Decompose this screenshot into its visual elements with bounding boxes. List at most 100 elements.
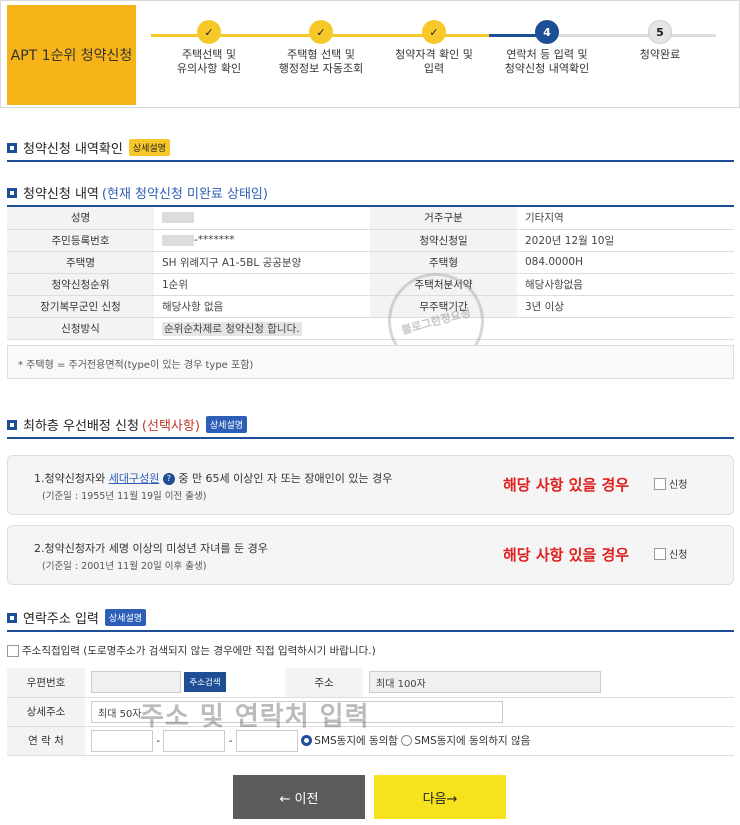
address-table: 우편번호 주소검색 주소 최대 100자 상세주소 최대 50자 연 락 처 -…	[7, 668, 734, 756]
row-label: 연 락 처	[7, 726, 85, 756]
step-number: 4	[535, 20, 559, 44]
highlight-text: 해당 사항 있을 경우	[503, 546, 630, 564]
table-row: 청약신청순위 1순위 주택처분서약 해당사항없음	[7, 273, 734, 296]
row-label: 청약신청순위	[7, 273, 154, 296]
row-label: 상세주소	[7, 697, 85, 727]
row-label: 신청방식	[7, 317, 154, 340]
step-3: ✓ 청약자격 확인 및 입력	[374, 20, 494, 76]
table-row: 주민등록번호 -******* 청약신청일 2020년 12월 10일	[7, 229, 734, 252]
divider	[7, 437, 734, 439]
household-link[interactable]: 세대구성원	[109, 472, 160, 485]
detail-badge[interactable]: 상세설명	[205, 416, 248, 433]
detail-badge[interactable]: 상세설명	[104, 609, 147, 626]
step-label: 청약자격 확인 및 입력	[395, 48, 473, 75]
table-row: 신청방식 순위순차제로 청약신청 합니다.	[7, 317, 734, 340]
section-square-icon	[7, 419, 17, 430]
method-value: 순위순차제로 청약신청 합니다.	[162, 321, 302, 336]
table-row: 연 락 처 - - SMS동지에 동의함 SMS동지에 동의하지 않음	[7, 726, 734, 756]
section-subtitle: (현재 청약신청 미완료 상태임)	[101, 187, 268, 202]
table-row: 장기복무군인 신청 해당사항 없음 무주택기간 3년 이상	[7, 295, 734, 318]
checkbox-icon[interactable]	[7, 644, 19, 657]
section-subtitle: (선택사항)	[141, 419, 200, 434]
row-label: 주소	[285, 668, 363, 698]
detail-badge[interactable]: 상세설명	[128, 139, 170, 156]
row-value: 해당사항 없음	[154, 295, 370, 318]
section-title-text: 청약신청 내역확인	[23, 142, 123, 157]
priority-option-1: 1.청약신청자와 세대구성원 ? 중 만 65세 이상인 자 또는 장애인이 있…	[7, 455, 734, 515]
row-label: 청약신청일	[370, 229, 517, 252]
row-value: 084.0000H	[517, 251, 734, 274]
table-row: 주택명 SH 위례지구 A1-5BL 공공분양 주택형 084.0000H	[7, 251, 734, 274]
row-label: 거주구분	[370, 207, 517, 230]
row-label: 장기복무군인 신청	[7, 295, 154, 318]
row-value: 해당사항없음	[517, 273, 734, 296]
sms-agree-label: SMS동지에 동의함	[314, 734, 398, 747]
row-value: 기타지역	[517, 207, 734, 230]
row-value: 3년 이상	[517, 295, 734, 318]
next-button[interactable]: 다음→	[374, 775, 506, 819]
step-1: ✓ 주택선택 및 유의사항 확인	[149, 20, 269, 76]
row-label: 주택명	[7, 251, 154, 274]
row-label: 우편번호	[7, 668, 85, 698]
step-number: 5	[648, 20, 672, 44]
checkbox-label: 신청	[669, 550, 688, 561]
sms-disagree-radio[interactable]	[401, 735, 413, 746]
row-label: 성명	[7, 207, 154, 230]
row-value: SH 위례지구 A1-5BL 공공분양	[154, 251, 370, 274]
section-square-icon	[7, 142, 17, 153]
help-icon[interactable]: ?	[162, 473, 175, 485]
step-label: 주택형 선택 및 행정정보 자동조회	[278, 48, 364, 75]
checkbox-icon[interactable]	[654, 477, 666, 490]
divider	[7, 160, 734, 162]
option-date: (기준일 : 2001년 11월 20일 이후 출생)	[42, 561, 207, 572]
step-label: 주택선택 및 유의사항 확인	[176, 48, 242, 75]
apt-title-box: APT 1순위 청약신청	[7, 5, 136, 105]
option-text-a: 1.청약신청자와	[34, 472, 109, 485]
prev-button[interactable]: ← 이전	[233, 775, 365, 819]
table-row: 성명 거주구분 기타지역	[7, 207, 734, 230]
sms-agree-radio[interactable]	[301, 735, 313, 746]
step-4: 4 연락처 등 입력 및 청약신청 내역확인	[487, 20, 607, 76]
table-row: 상세주소 최대 50자	[7, 697, 734, 727]
progress-header: APT 1순위 청약신청 ✓ 주택선택 및 유의사항 확인 ✓ 주택형 선택 및…	[0, 0, 740, 108]
direct-input-label: 주소직접입력 (도로명주소가 검색되지 않는 경우에만 직접 입력하시기 바랍니…	[22, 645, 376, 657]
section-title-priority: 최하층 우선배정 신청 (선택사항) 상세설명	[7, 415, 248, 434]
redacted-name	[162, 212, 194, 224]
step-5: 5 청약완료	[600, 20, 720, 62]
row-label: 주민등록번호	[7, 229, 154, 252]
divider	[7, 630, 734, 632]
direct-input-option[interactable]: 주소직접입력 (도로명주소가 검색되지 않는 경우에만 직접 입력하시기 바랍니…	[7, 643, 376, 658]
type-note: * 주택형 = 주거전용면적(type이 있는 경우 type 포함)	[7, 345, 734, 379]
option-text: 1.청약신청자와 세대구성원 ? 중 만 65세 이상인 자 또는 장애인이 있…	[34, 470, 392, 486]
highlight-text: 해당 사항 있을 경우	[503, 476, 630, 494]
postal-code-input[interactable]	[91, 671, 181, 694]
section-title-text: 연락주소 입력	[23, 612, 99, 627]
stamp-text: 블로그한정요정	[400, 306, 473, 337]
section-title-text: 청약신청 내역	[23, 187, 99, 202]
redacted-id	[162, 234, 194, 246]
table-row: 우편번호 주소검색 주소 최대 100자	[7, 668, 734, 698]
row-value: 2020년 12월 10일	[517, 229, 734, 252]
address-search-button[interactable]: 주소검색	[184, 672, 226, 693]
priority-option-2: 2.청약신청자가 세명 이상의 미성년 자녀를 둔 경우 (기준일 : 2001…	[7, 525, 734, 585]
address-input[interactable]: 최대 100자	[369, 671, 601, 694]
row-value	[154, 207, 370, 230]
apply-checkbox[interactable]: 신청	[654, 476, 687, 491]
overlay-caption: 주소 및 연락처 입력	[140, 702, 370, 732]
application-table: 성명 거주구분 기타지역 주민등록번호 -******* 청약신청일 2020년…	[7, 207, 734, 340]
step-label: 청약완료	[639, 48, 681, 61]
section-title-text: 최하층 우선배정 신청	[23, 419, 139, 434]
option-text-b: 중 만 65세 이상인 자 또는 장애인이 있는 경우	[174, 472, 393, 485]
check-icon: ✓	[422, 20, 446, 44]
row-value: 1순위	[154, 273, 370, 296]
sms-disagree-label: SMS동지에 동의하지 않음	[414, 734, 531, 747]
apply-checkbox[interactable]: 신청	[654, 546, 687, 561]
row-value: -*******	[154, 229, 370, 252]
checkbox-icon[interactable]	[654, 547, 666, 560]
step-label: 연락처 등 입력 및 청약신청 내역확인	[504, 48, 590, 75]
option-text: 2.청약신청자가 세명 이상의 미성년 자녀를 둔 경우	[34, 542, 268, 555]
row-value: 주소검색	[85, 668, 285, 698]
option-date: (기준일 : 1955년 11월 19일 이전 출생)	[42, 491, 207, 502]
row-value: 최대 100자	[363, 668, 734, 698]
section-square-icon	[7, 612, 17, 623]
